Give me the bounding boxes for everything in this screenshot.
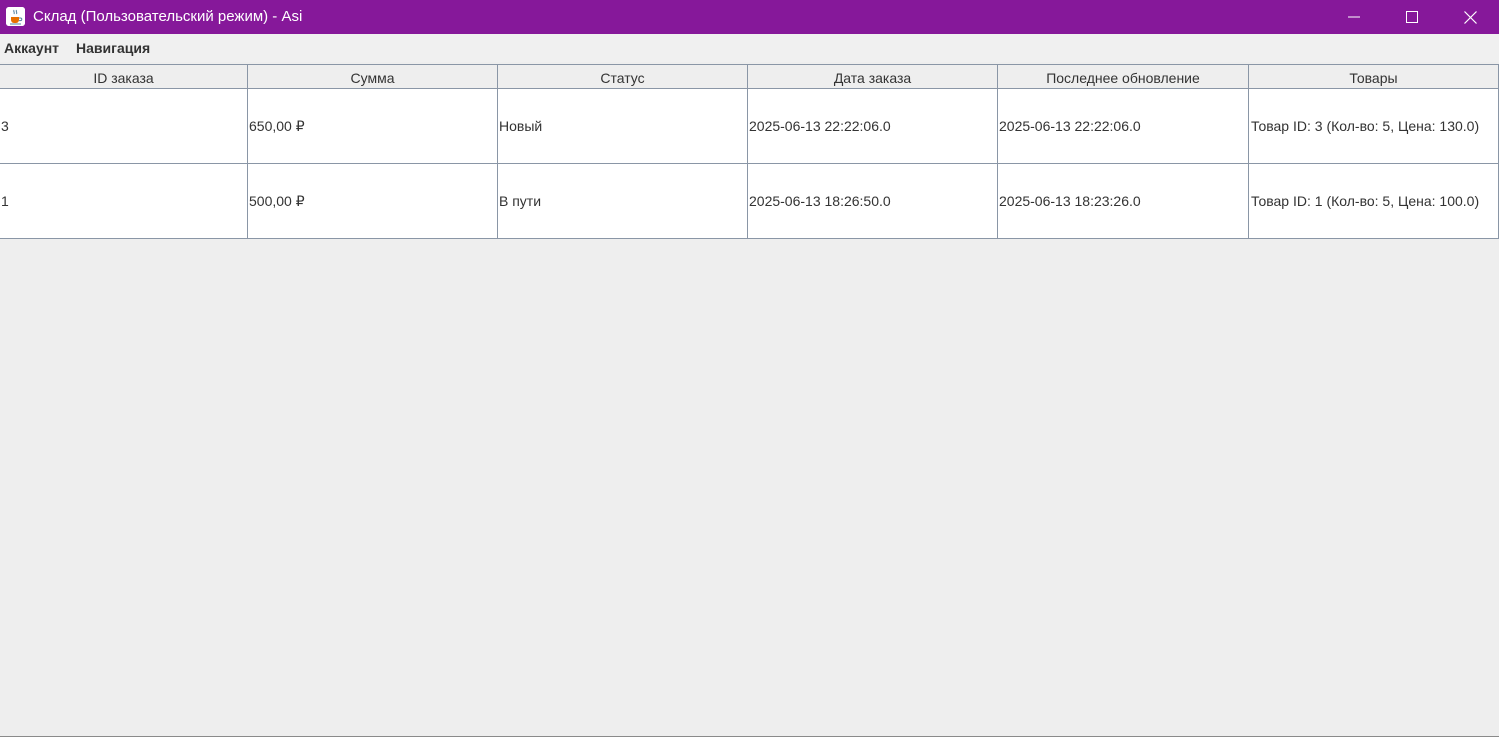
column-header-last-update[interactable]: Последнее обновление bbox=[998, 65, 1249, 89]
cell-amount[interactable]: 500,00 ₽ bbox=[248, 164, 498, 238]
title-bar[interactable]: Склад (Пользовательский режим) - Asi bbox=[0, 0, 1499, 34]
maximize-icon bbox=[1406, 11, 1418, 23]
cell-products[interactable]: Товар ID: 3 (Кол-во: 5, Цена: 130.0) bbox=[1249, 89, 1499, 163]
cell-products[interactable]: Товар ID: 1 (Кол-во: 5, Цена: 100.0) bbox=[1249, 164, 1499, 238]
minimize-icon bbox=[1348, 16, 1360, 18]
cell-last-update[interactable]: 2025-06-13 18:23:26.0 bbox=[998, 164, 1249, 238]
column-header-order-date[interactable]: Дата заказа bbox=[748, 65, 998, 89]
menu-account[interactable]: Аккаунт bbox=[4, 40, 59, 56]
cell-order-date[interactable]: 2025-06-13 18:26:50.0 bbox=[748, 164, 998, 238]
maximize-button[interactable] bbox=[1383, 0, 1441, 34]
table-row[interactable]: 3 650,00 ₽ Новый 2025-06-13 22:22:06.0 2… bbox=[0, 89, 1499, 164]
java-cup-icon[interactable] bbox=[6, 7, 25, 26]
column-header-order-id[interactable]: ID заказа bbox=[0, 65, 248, 89]
close-button[interactable] bbox=[1441, 0, 1499, 34]
table-header: ID заказа Сумма Статус Дата заказа После… bbox=[0, 64, 1499, 89]
cell-order-id[interactable]: 3 bbox=[0, 89, 248, 163]
cell-status[interactable]: Новый bbox=[498, 89, 748, 163]
cell-order-date[interactable]: 2025-06-13 22:22:06.0 bbox=[748, 89, 998, 163]
column-header-amount[interactable]: Сумма bbox=[248, 65, 498, 89]
cell-order-id[interactable]: 1 bbox=[0, 164, 248, 238]
menu-navigation[interactable]: Навигация bbox=[76, 40, 150, 56]
cell-amount[interactable]: 650,00 ₽ bbox=[248, 89, 498, 163]
column-header-products[interactable]: Товары bbox=[1249, 65, 1499, 89]
cell-last-update[interactable]: 2025-06-13 22:22:06.0 bbox=[998, 89, 1249, 163]
minimize-button[interactable] bbox=[1325, 0, 1383, 34]
table-row[interactable]: 1 500,00 ₽ В пути 2025-06-13 18:26:50.0 … bbox=[0, 164, 1499, 239]
window-title: Склад (Пользовательский режим) - Asi bbox=[33, 8, 303, 25]
cell-status[interactable]: В пути bbox=[498, 164, 748, 238]
column-header-status[interactable]: Статус bbox=[498, 65, 748, 89]
app-window: Склад (Пользовательский режим) - Asi Акк… bbox=[0, 0, 1499, 737]
menu-bar: Аккаунт Навигация bbox=[0, 34, 1499, 62]
close-icon bbox=[1463, 10, 1477, 24]
